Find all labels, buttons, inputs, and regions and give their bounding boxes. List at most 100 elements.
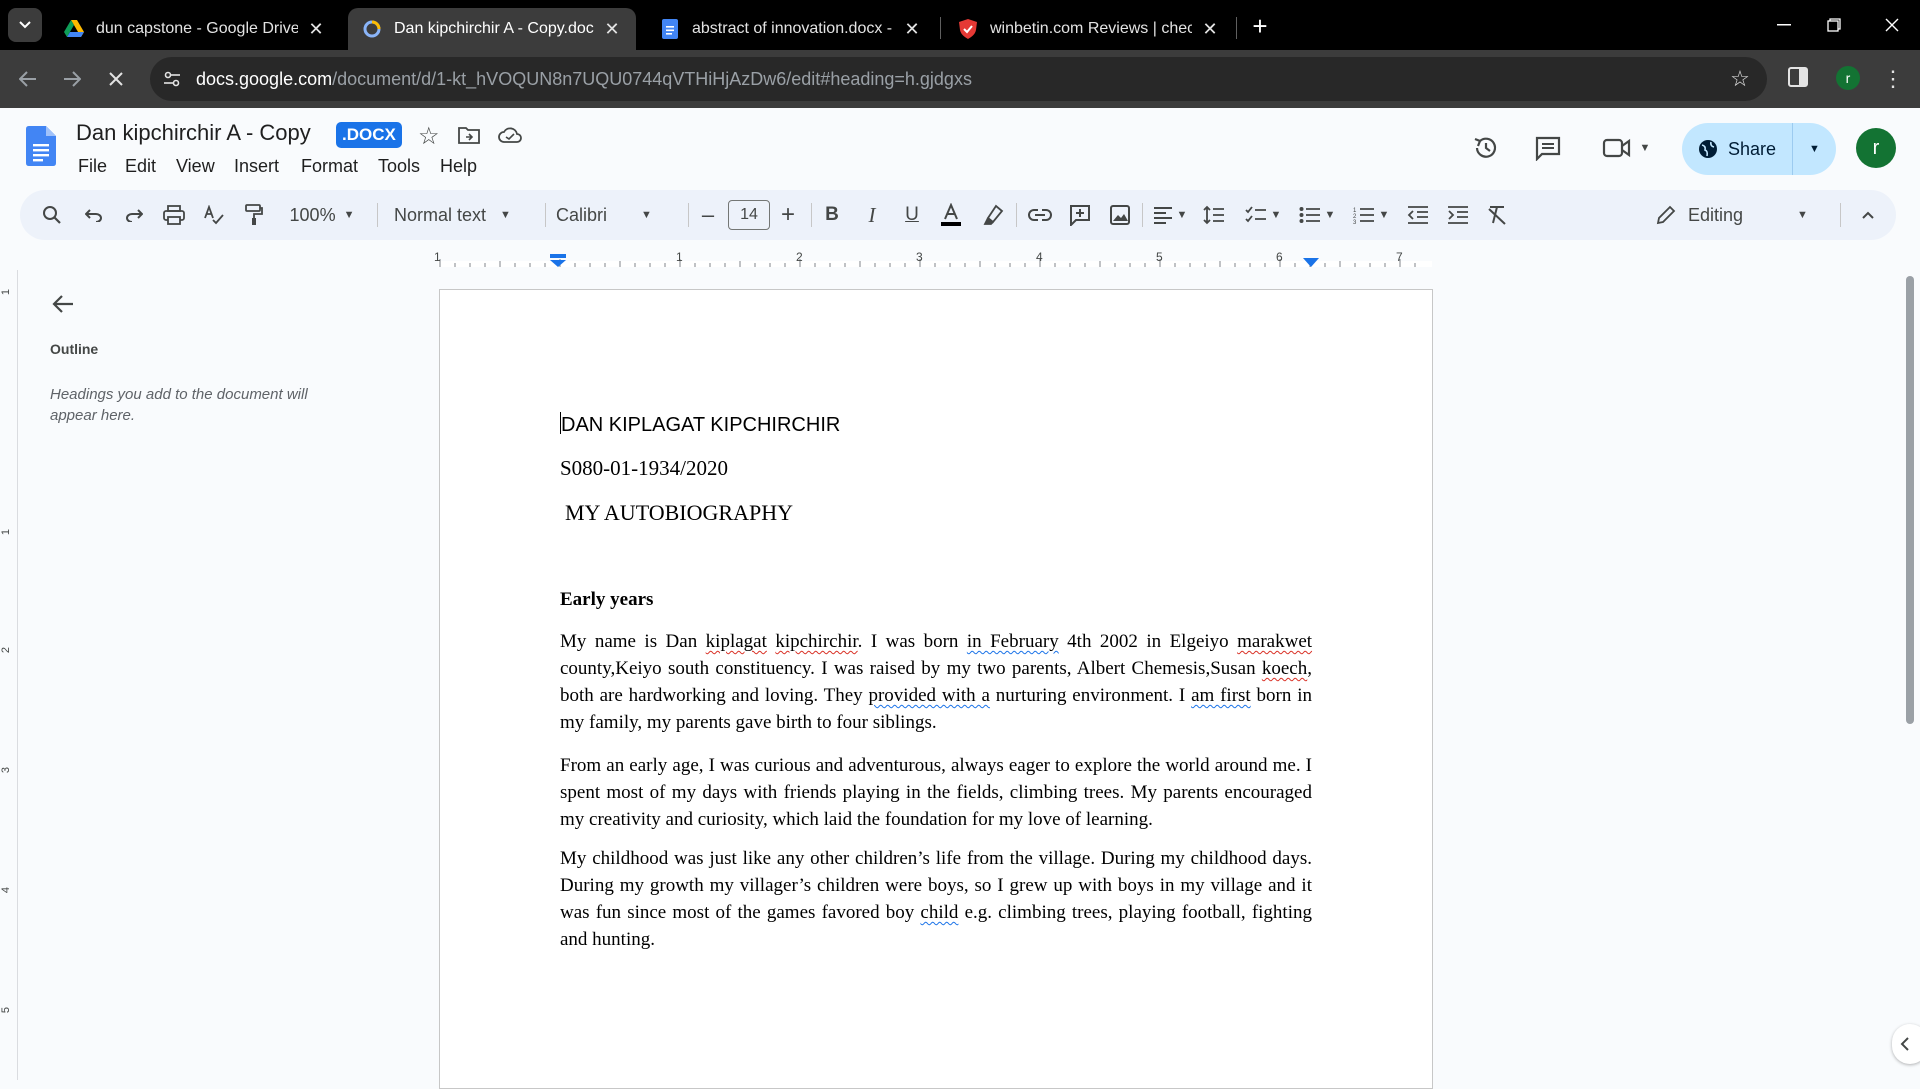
version-history-button[interactable] <box>1466 128 1506 168</box>
new-tab-button[interactable]: + <box>1244 10 1276 42</box>
grammar-suggestion[interactable]: child <box>920 902 958 923</box>
close-outline-button[interactable] <box>46 287 80 321</box>
menu-tools[interactable]: Tools <box>378 156 420 177</box>
insert-comment-button[interactable] <box>1064 199 1096 231</box>
close-window-button[interactable] <box>1864 0 1920 50</box>
comments-button[interactable] <box>1528 128 1568 168</box>
minimize-button[interactable] <box>1756 0 1812 50</box>
site-info-icon[interactable] <box>162 69 182 89</box>
meet-button[interactable]: ▼ <box>1596 128 1656 168</box>
insert-link-button[interactable] <box>1024 199 1056 231</box>
align-button[interactable]: ▼ <box>1148 199 1192 231</box>
forward-button[interactable] <box>52 59 92 99</box>
paragraph-early-years-3[interactable]: My childhood was just like any other chi… <box>560 845 1312 953</box>
decrease-font-size-button[interactable]: – <box>694 199 722 231</box>
bold-button[interactable]: B <box>816 199 848 231</box>
close-icon[interactable]: ✕ <box>902 19 922 39</box>
registration-number[interactable]: S080-01-1934/2020 <box>560 456 1312 481</box>
menu-edit[interactable]: Edit <box>125 156 156 177</box>
undo-button[interactable] <box>78 199 110 231</box>
paint-format-button[interactable] <box>238 199 270 231</box>
spelling-error[interactable]: kipchirchir <box>775 631 857 652</box>
checklist-button[interactable]: ▼ <box>1240 199 1286 231</box>
left-indent-marker-icon[interactable] <box>550 254 566 268</box>
print-button[interactable] <box>158 199 190 231</box>
account-avatar[interactable]: r <box>1856 128 1896 168</box>
bookmark-star-icon[interactable]: ☆ <box>1728 67 1752 91</box>
browser-tab-winbetin[interactable]: winbetin.com Reviews | check if ✕ <box>944 8 1234 50</box>
grammar-suggestion[interactable]: am first <box>1191 685 1251 706</box>
restore-button[interactable] <box>1806 0 1862 50</box>
browser-tab-abstract[interactable]: abstract of innovation.docx - Go ✕ <box>646 8 936 50</box>
document-title[interactable]: Dan kipchirchir A - Copy <box>76 120 311 146</box>
vertical-scrollbar[interactable] <box>1906 276 1914 724</box>
editing-mode-select[interactable]: Editing ▼ <box>1656 199 1832 231</box>
grammar-suggestion[interactable]: in February <box>967 631 1059 652</box>
document-heading[interactable]: MY AUTOBIOGRAPHY <box>565 500 1317 526</box>
close-icon[interactable]: ✕ <box>602 19 622 39</box>
font-size-value: 14 <box>740 206 758 223</box>
italic-button[interactable]: I <box>856 199 888 231</box>
font-size-input[interactable]: 14 <box>728 200 770 230</box>
paragraph-early-years-2[interactable]: From an early age, I was curious and adv… <box>560 752 1312 833</box>
vruler-mark: 5 <box>0 1006 13 1014</box>
underline-button[interactable]: U <box>896 199 928 231</box>
increase-indent-button[interactable] <box>1442 199 1474 231</box>
right-indent-marker-icon[interactable] <box>1303 258 1319 268</box>
share-dropdown-button[interactable]: ▼ <box>1793 123 1836 175</box>
address-bar[interactable]: docs.google.com/document/d/1-kt_hVOQUN8n… <box>150 57 1767 101</box>
redo-button[interactable] <box>118 199 150 231</box>
browser-tab-drive[interactable]: dun capstone - Google Drive ✕ <box>50 8 340 50</box>
menu-insert[interactable]: Insert <box>234 156 279 177</box>
paragraph-style-select[interactable]: Normal text ▼ <box>390 199 540 231</box>
numbered-list-button[interactable]: 123 ▼ <box>1348 199 1394 231</box>
profile-avatar[interactable]: r <box>1836 66 1860 90</box>
spelling-error[interactable]: kiplagat <box>706 631 767 652</box>
share-main-button[interactable]: Share <box>1682 123 1793 175</box>
close-icon[interactable]: ✕ <box>306 19 326 39</box>
clear-formatting-button[interactable] <box>1482 199 1514 231</box>
side-panel-toggle[interactable] <box>1892 1024 1920 1064</box>
zoom-select[interactable]: 100% ▼ <box>282 199 362 231</box>
text-color-button[interactable] <box>934 199 968 231</box>
search-menus-button[interactable] <box>36 199 68 231</box>
spelling-error[interactable]: marakwet <box>1237 631 1312 652</box>
move-folder-icon[interactable] <box>458 126 480 149</box>
share-button[interactable]: Share ▼ <box>1682 123 1836 175</box>
menu-file[interactable]: File <box>78 156 107 177</box>
cloud-status-icon[interactable] <box>498 126 522 149</box>
browser-menu-button[interactable]: ⋮ <box>1882 64 1904 94</box>
spellcheck-button[interactable] <box>198 199 230 231</box>
chevron-left-icon <box>1900 1037 1909 1051</box>
browser-tab-active-doc[interactable]: Dan kipchirchir A - Copy.docx - ✕ <box>348 8 636 50</box>
paragraph-early-years-1[interactable]: My name is Dan kiplagat kipchirchir. I w… <box>560 628 1312 736</box>
spelling-error[interactable]: koech <box>1262 658 1307 679</box>
highlight-color-button[interactable] <box>976 199 1010 231</box>
side-panel-button[interactable] <box>1788 67 1812 91</box>
close-icon[interactable]: ✕ <box>1200 19 1220 39</box>
ruler-mark: 1 <box>676 250 683 264</box>
toolbar-divider <box>811 203 812 227</box>
bulleted-list-button[interactable]: ▼ <box>1294 199 1340 231</box>
line-spacing-button[interactable] <box>1198 199 1230 231</box>
back-button[interactable] <box>8 59 48 99</box>
horizontal-ruler[interactable]: 1 1 2 3 4 5 6 7 <box>434 246 1432 268</box>
decrease-indent-button[interactable] <box>1402 199 1434 231</box>
caret-down-icon: ▼ <box>1378 209 1390 221</box>
menu-format[interactable]: Format <box>301 156 358 177</box>
hide-menus-button[interactable] <box>1854 199 1882 231</box>
font-family-select[interactable]: Calibri ▼ <box>556 199 676 231</box>
author-name-text: DAN KIPLAGAT KIPCHIRCHIR <box>561 414 841 436</box>
tab-search-button[interactable] <box>8 8 42 42</box>
menu-help[interactable]: Help <box>440 156 477 177</box>
star-icon[interactable]: ☆ <box>418 122 440 151</box>
section-heading[interactable]: Early years <box>560 589 1312 611</box>
increase-font-size-button[interactable]: + <box>772 199 804 231</box>
author-name[interactable]: DAN KIPLAGAT KIPCHIRCHIR <box>560 412 1312 437</box>
insert-image-button[interactable] <box>1104 199 1136 231</box>
docs-logo-icon[interactable] <box>26 126 56 171</box>
grammar-suggestion[interactable]: provided with a <box>868 685 989 706</box>
stop-loading-button[interactable] <box>96 59 136 99</box>
menu-view[interactable]: View <box>176 156 215 177</box>
browser-tab-strip: dun capstone - Google Drive ✕ Dan kipchi… <box>0 0 1920 50</box>
